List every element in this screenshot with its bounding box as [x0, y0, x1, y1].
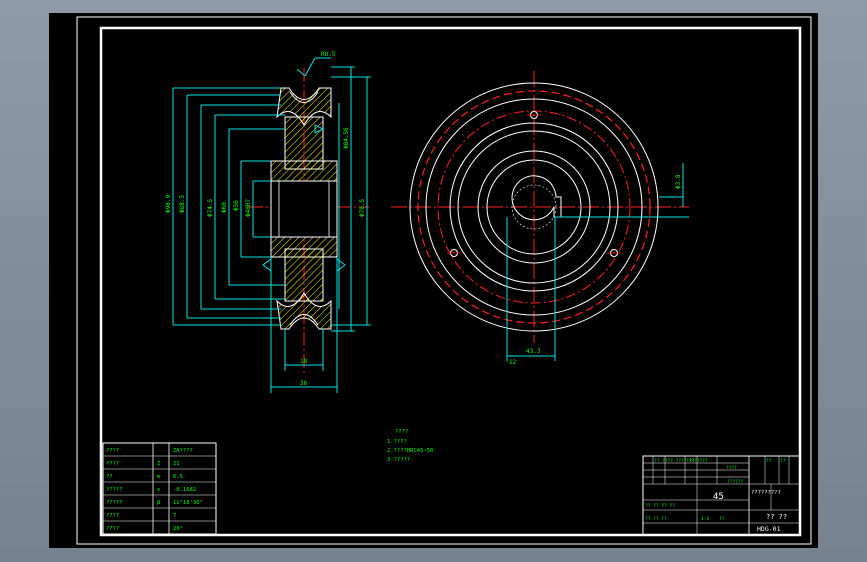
dim-bore: Φ40H7	[245, 199, 252, 217]
param-val-cell: 11°18'36"	[173, 500, 203, 506]
param-val-cell: -0.1682	[173, 487, 196, 493]
technical-notes: ???? 1.???? 2.????HRC45~50 3.?????	[387, 429, 433, 463]
tb-small-6: ??	[719, 516, 725, 522]
front-view-dimension-text: Φ3.8 43.3 12	[509, 174, 682, 366]
notes-line-2: 2.????HRC45~50	[387, 448, 433, 454]
front-view	[391, 71, 689, 343]
dim-right-1: Φ84.56	[343, 127, 350, 149]
title-block: ?? ???? ???? ?? ???????? ?? ?? ???? ????…	[642, 455, 801, 536]
tb-drawing-no: HDG-01	[757, 525, 781, 533]
notes-line-3: 3.?????	[387, 457, 410, 463]
param-name-cell: ??	[106, 474, 113, 480]
dim-right-2: Φ70.5	[359, 199, 366, 217]
tb-small-5: ?? ?? ??	[645, 516, 667, 522]
dim-diameter-5: Φ56	[233, 200, 240, 211]
tb-small-4: ??????	[727, 479, 744, 485]
dim-top-callout: R8.5	[321, 51, 336, 58]
drawing-viewport[interactable]: R8.5 Φ98.9 Φ88.5 Φ74.5 Φ60 Φ56 Φ40H7 Φ84…	[49, 13, 818, 548]
tb-part-name: ?? ??	[766, 513, 787, 521]
param-name-cell: ????	[106, 461, 119, 467]
param-name-cell: ?????	[106, 487, 123, 493]
param-name-cell: ????	[106, 448, 119, 454]
dim-outer-diameter: Φ98.9	[165, 195, 172, 213]
param-name-cell: ????	[106, 526, 119, 532]
dim-diameter-3: Φ74.5	[207, 199, 214, 217]
dim-hub-width: 18	[300, 358, 308, 365]
cad-drawing: R8.5 Φ98.9 Φ88.5 Φ74.5 Φ60 Φ56 Φ40H7 Φ84…	[76, 16, 812, 545]
param-val-cell: 20°	[173, 526, 183, 532]
dim-front-callout: Φ3.8	[675, 174, 682, 189]
dim-total-width: 36	[300, 380, 308, 387]
tb-small-3: ?? ?? ?? ??	[645, 503, 675, 509]
param-val-cell: ZA????	[173, 448, 193, 454]
param-sym-cell: Z	[157, 461, 161, 467]
param-sym-cell: x	[157, 487, 161, 493]
tb-small-8: ????	[726, 465, 737, 471]
tb-small-9: ??	[766, 458, 772, 464]
dim-keyway-depth: 43.3	[526, 348, 541, 355]
tb-small-2: ????????	[686, 458, 708, 464]
tb-school: ?????????	[751, 490, 781, 496]
param-val-cell: 6.5	[173, 474, 183, 480]
notes-line-1: 1.????	[387, 439, 407, 445]
param-name-cell: ????	[106, 513, 119, 519]
notes-title: ????	[395, 429, 408, 435]
tb-small-7: 1:1	[701, 516, 709, 522]
param-sym-cell: m	[157, 474, 161, 480]
parameter-table: ???? ZA???????? Z 21?? m 6.5????? x -0.1682????…	[102, 442, 217, 535]
tb-small-10: ??	[780, 458, 786, 464]
param-val-cell: 21	[173, 461, 180, 467]
dim-diameter-4: Φ60	[221, 202, 228, 213]
param-name-cell: ?????	[106, 500, 123, 506]
param-val-cell: 7	[173, 513, 176, 519]
dim-keyway-width: 12	[509, 359, 517, 366]
tb-material: 45	[713, 492, 724, 502]
dim-diameter-2: Φ88.5	[179, 195, 186, 213]
param-sym-cell: β	[157, 500, 161, 506]
